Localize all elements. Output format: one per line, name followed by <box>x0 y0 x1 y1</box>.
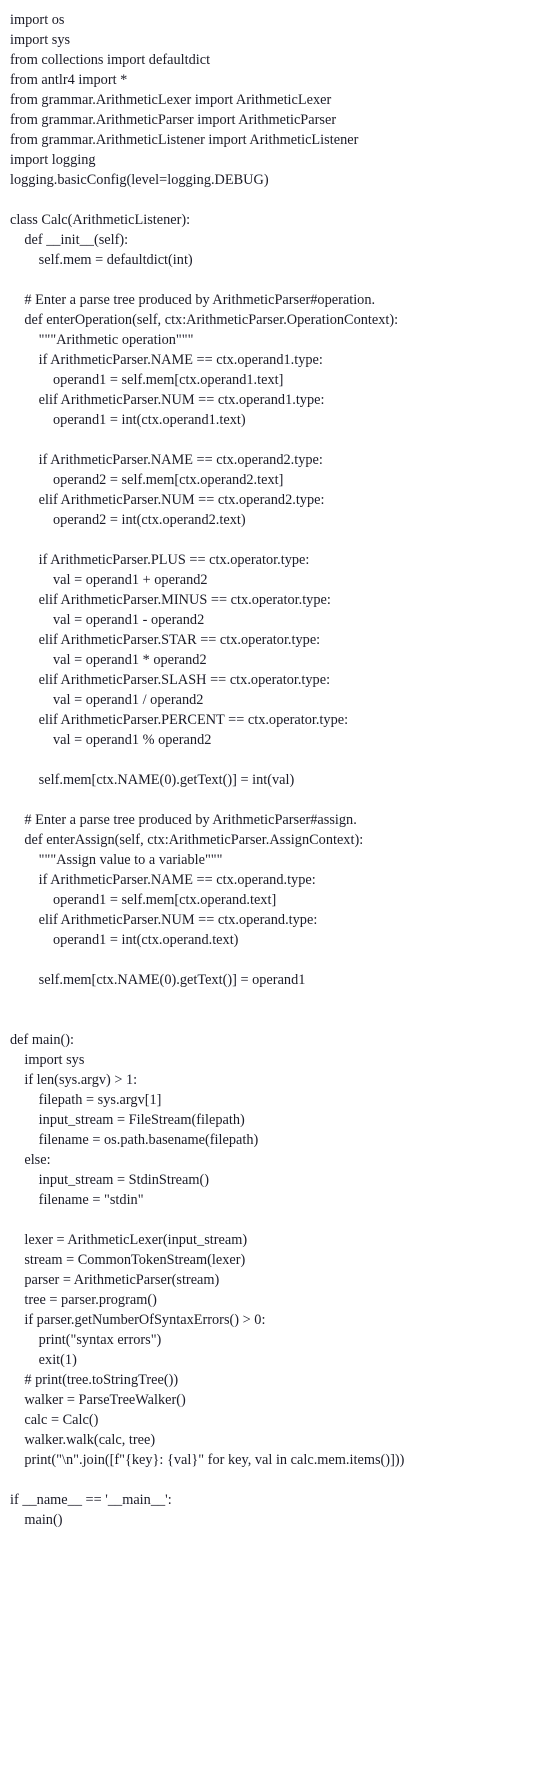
code-line: """Arithmetic operation""" <box>10 332 194 348</box>
code-line: val = operand1 - operand2 <box>10 612 205 628</box>
code-line: walker = ParseTreeWalker() <box>10 1392 186 1408</box>
code-line: print("\n".join([f"{key}: {val}" for key… <box>10 1452 405 1468</box>
code-line: # Enter a parse tree produced by Arithme… <box>10 292 376 308</box>
code-line: filepath = sys.argv[1] <box>10 1092 162 1108</box>
code-line: from grammar.ArithmeticLexer import Arit… <box>10 92 332 108</box>
code-line: lexer = ArithmeticLexer(input_stream) <box>10 1232 248 1248</box>
code-line: if ArithmeticParser.PLUS == ctx.operator… <box>10 552 310 568</box>
code-line: if parser.getNumberOfSyntaxErrors() > 0: <box>10 1312 266 1328</box>
code-line: filename = "stdin" <box>10 1192 144 1208</box>
code-line: filename = os.path.basename(filepath) <box>10 1132 259 1148</box>
code-line: elif ArithmeticParser.SLASH == ctx.opera… <box>10 672 331 688</box>
code-line: from grammar.ArithmeticParser import Ari… <box>10 112 337 128</box>
code-line: operand1 = int(ctx.operand1.text) <box>10 412 246 428</box>
code-line: from grammar.ArithmeticListener import A… <box>10 132 359 148</box>
code-line: # Enter a parse tree produced by Arithme… <box>10 812 357 828</box>
code-line: if ArithmeticParser.NAME == ctx.operand1… <box>10 352 323 368</box>
code-line: def __init__(self): <box>10 232 129 248</box>
code-line: self.mem = defaultdict(int) <box>10 252 193 268</box>
code-line: elif ArithmeticParser.MINUS == ctx.opera… <box>10 592 331 608</box>
code-line: input_stream = FileStream(filepath) <box>10 1112 245 1128</box>
code-line: parser = ArithmeticParser(stream) <box>10 1272 220 1288</box>
code-line: if ArithmeticParser.NAME == ctx.operand2… <box>10 452 323 468</box>
code-line: import os <box>10 12 65 28</box>
code-line: import sys <box>10 1052 85 1068</box>
code-line: elif ArithmeticParser.STAR == ctx.operat… <box>10 632 321 648</box>
code-line: elif ArithmeticParser.PERCENT == ctx.ope… <box>10 712 349 728</box>
code-line: operand1 = self.mem[ctx.operand.text] <box>10 892 277 908</box>
code-line: def enterAssign(self, ctx:ArithmeticPars… <box>10 832 364 848</box>
code-line: from collections import defaultdict <box>10 52 211 68</box>
code-line: # print(tree.toStringTree()) <box>10 1372 179 1388</box>
code-line: val = operand1 % operand2 <box>10 732 212 748</box>
code-line: print("syntax errors") <box>10 1332 162 1348</box>
code-line: self.mem[ctx.NAME(0).getText()] = int(va… <box>10 772 295 788</box>
code-line: main() <box>10 1512 63 1528</box>
code-line: if __name__ == '__main__': <box>10 1492 172 1508</box>
code-line: calc = Calc() <box>10 1412 99 1428</box>
code-line: tree = parser.program() <box>10 1292 157 1308</box>
code-line: self.mem[ctx.NAME(0).getText()] = operan… <box>10 972 306 988</box>
code-line: if ArithmeticParser.NAME == ctx.operand.… <box>10 872 316 888</box>
code-line: import logging <box>10 152 96 168</box>
code-line: elif ArithmeticParser.NUM == ctx.operand… <box>10 392 325 408</box>
code-line: elif ArithmeticParser.NUM == ctx.operand… <box>10 492 325 508</box>
code-line: val = operand1 + operand2 <box>10 572 208 588</box>
code-line: def main(): <box>10 1032 75 1048</box>
code-line: from antlr4 import * <box>10 72 128 88</box>
code-line: class Calc(ArithmeticListener): <box>10 212 191 228</box>
code-line: input_stream = StdinStream() <box>10 1172 210 1188</box>
code-line: if len(sys.argv) > 1: <box>10 1072 138 1088</box>
code-line: val = operand1 / operand2 <box>10 692 204 708</box>
code-line: operand1 = int(ctx.operand.text) <box>10 932 239 948</box>
code-line: else: <box>10 1152 51 1168</box>
code-line: operand2 = self.mem[ctx.operand2.text] <box>10 472 284 488</box>
code-line: logging.basicConfig(level=logging.DEBUG) <box>10 172 269 188</box>
code-line: operand2 = int(ctx.operand2.text) <box>10 512 246 528</box>
code-line: import sys <box>10 32 71 48</box>
code-line: """Assign value to a variable""" <box>10 852 223 868</box>
code-line: walker.walk(calc, tree) <box>10 1432 156 1448</box>
code-line: def enterOperation(self, ctx:ArithmeticP… <box>10 312 399 328</box>
code-line: val = operand1 * operand2 <box>10 652 207 668</box>
code-line: stream = CommonTokenStream(lexer) <box>10 1252 246 1268</box>
code-line: operand1 = self.mem[ctx.operand1.text] <box>10 372 284 388</box>
code-line: elif ArithmeticParser.NUM == ctx.operand… <box>10 912 318 928</box>
code-line: exit(1) <box>10 1352 77 1368</box>
code-listing: import os import sys from collections impo… <box>0 0 535 1530</box>
